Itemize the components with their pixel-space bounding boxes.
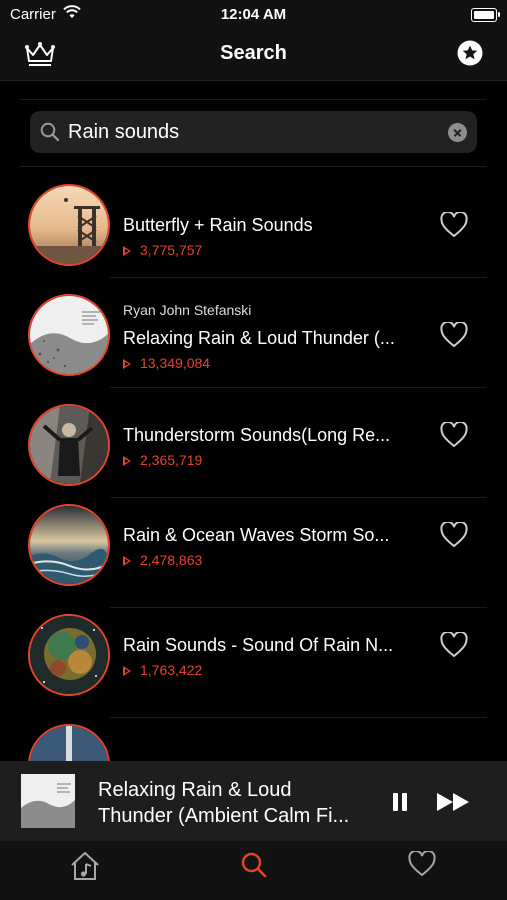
- track-meta: Butterfly + Rain Sounds 3,775,757: [123, 215, 413, 258]
- results-list: Butterfly + Rain Sounds 3,775,757 Ryan J…: [0, 168, 507, 828]
- track-artwork: [28, 404, 110, 486]
- track-meta: Ryan John Stefanski Relaxing Rain & Loud…: [123, 302, 413, 371]
- track-artwork: [28, 294, 110, 376]
- play-count-icon: [123, 246, 131, 257]
- track-title: Rain Sounds - Sound Of Rain N...: [123, 635, 394, 655]
- play-count-value: 3,775,757: [140, 242, 203, 258]
- play-count-value: 2,365,719: [140, 452, 203, 468]
- status-bar: Carrier 12:04 AM: [0, 0, 507, 30]
- divider: [20, 166, 487, 167]
- track-title: Relaxing Rain & Loud Thunder (...: [123, 328, 395, 348]
- search-icon: [40, 122, 60, 142]
- track-title: Butterfly + Rain Sounds: [123, 215, 313, 235]
- play-count: 1,763,422: [123, 662, 413, 678]
- track-meta: Rain Sounds - Sound Of Rain N... 1,763,4…: [123, 635, 413, 678]
- navigation-bar: Search: [0, 30, 507, 81]
- play-count: 3,775,757: [123, 242, 413, 258]
- list-item[interactable]: Thunderstorm Sounds(Long Re... 2,365,719: [0, 388, 507, 498]
- heart-icon[interactable]: [440, 632, 468, 658]
- play-count-icon: [123, 456, 131, 467]
- track-title: Rain & Ocean Waves Storm So...: [123, 525, 390, 545]
- now-playing-artwork: [21, 774, 75, 828]
- pause-icon[interactable]: [391, 792, 409, 812]
- track-artwork: [28, 614, 110, 696]
- list-item[interactable]: Butterfly + Rain Sounds 3,775,757: [0, 168, 507, 278]
- track-artwork: [28, 184, 110, 266]
- play-count-icon: [123, 359, 131, 370]
- heart-icon[interactable]: [440, 522, 468, 548]
- play-count-value: 2,478,863: [140, 552, 203, 568]
- track-artwork: [28, 504, 110, 586]
- track-artist: Ryan John Stefanski: [123, 302, 252, 318]
- track-meta: Rain & Ocean Waves Storm So... 2,478,863: [123, 525, 413, 568]
- clear-search-icon[interactable]: [448, 123, 467, 142]
- status-time: 12:04 AM: [220, 6, 287, 23]
- play-count-value: 1,763,422: [140, 662, 203, 678]
- play-count-icon: [123, 666, 131, 677]
- list-item[interactable]: Ryan John Stefanski Relaxing Rain & Loud…: [0, 278, 507, 388]
- heart-icon[interactable]: [408, 851, 436, 877]
- divider: [20, 99, 487, 100]
- page-title: Search: [220, 42, 287, 64]
- track-title: Thunderstorm Sounds(Long Re...: [123, 425, 391, 445]
- list-item[interactable]: Rain & Ocean Waves Storm So... 2,478,863: [0, 498, 507, 608]
- now-playing-title: Relaxing Rain & Loud Thunder (Ambient Ca…: [98, 779, 350, 827]
- battery-icon: [471, 8, 500, 22]
- track-meta: Thunderstorm Sounds(Long Re... 2,365,719: [123, 425, 413, 468]
- play-count-icon: [123, 556, 131, 567]
- heart-icon[interactable]: [440, 422, 468, 448]
- search-icon[interactable]: [240, 851, 268, 879]
- search-input[interactable]: Rain sounds: [68, 121, 179, 144]
- search-field[interactable]: Rain sounds: [30, 111, 477, 153]
- mini-player[interactable]: Relaxing Rain & Loud Thunder (Ambient Ca…: [0, 761, 507, 841]
- play-count: 2,365,719: [123, 452, 413, 468]
- skip-forward-icon[interactable]: [436, 791, 472, 813]
- list-item[interactable]: Rain Sounds - Sound Of Rain N... 1,763,4…: [0, 608, 507, 718]
- heart-icon[interactable]: [440, 212, 468, 238]
- tab-bar: [0, 841, 507, 900]
- play-count-value: 13,349,084: [140, 355, 211, 371]
- play-count: 2,478,863: [123, 552, 413, 568]
- heart-icon[interactable]: [440, 322, 468, 348]
- star-badge-icon[interactable]: [457, 40, 483, 66]
- home-music-icon[interactable]: [69, 851, 101, 881]
- play-count: 13,349,084: [123, 355, 413, 371]
